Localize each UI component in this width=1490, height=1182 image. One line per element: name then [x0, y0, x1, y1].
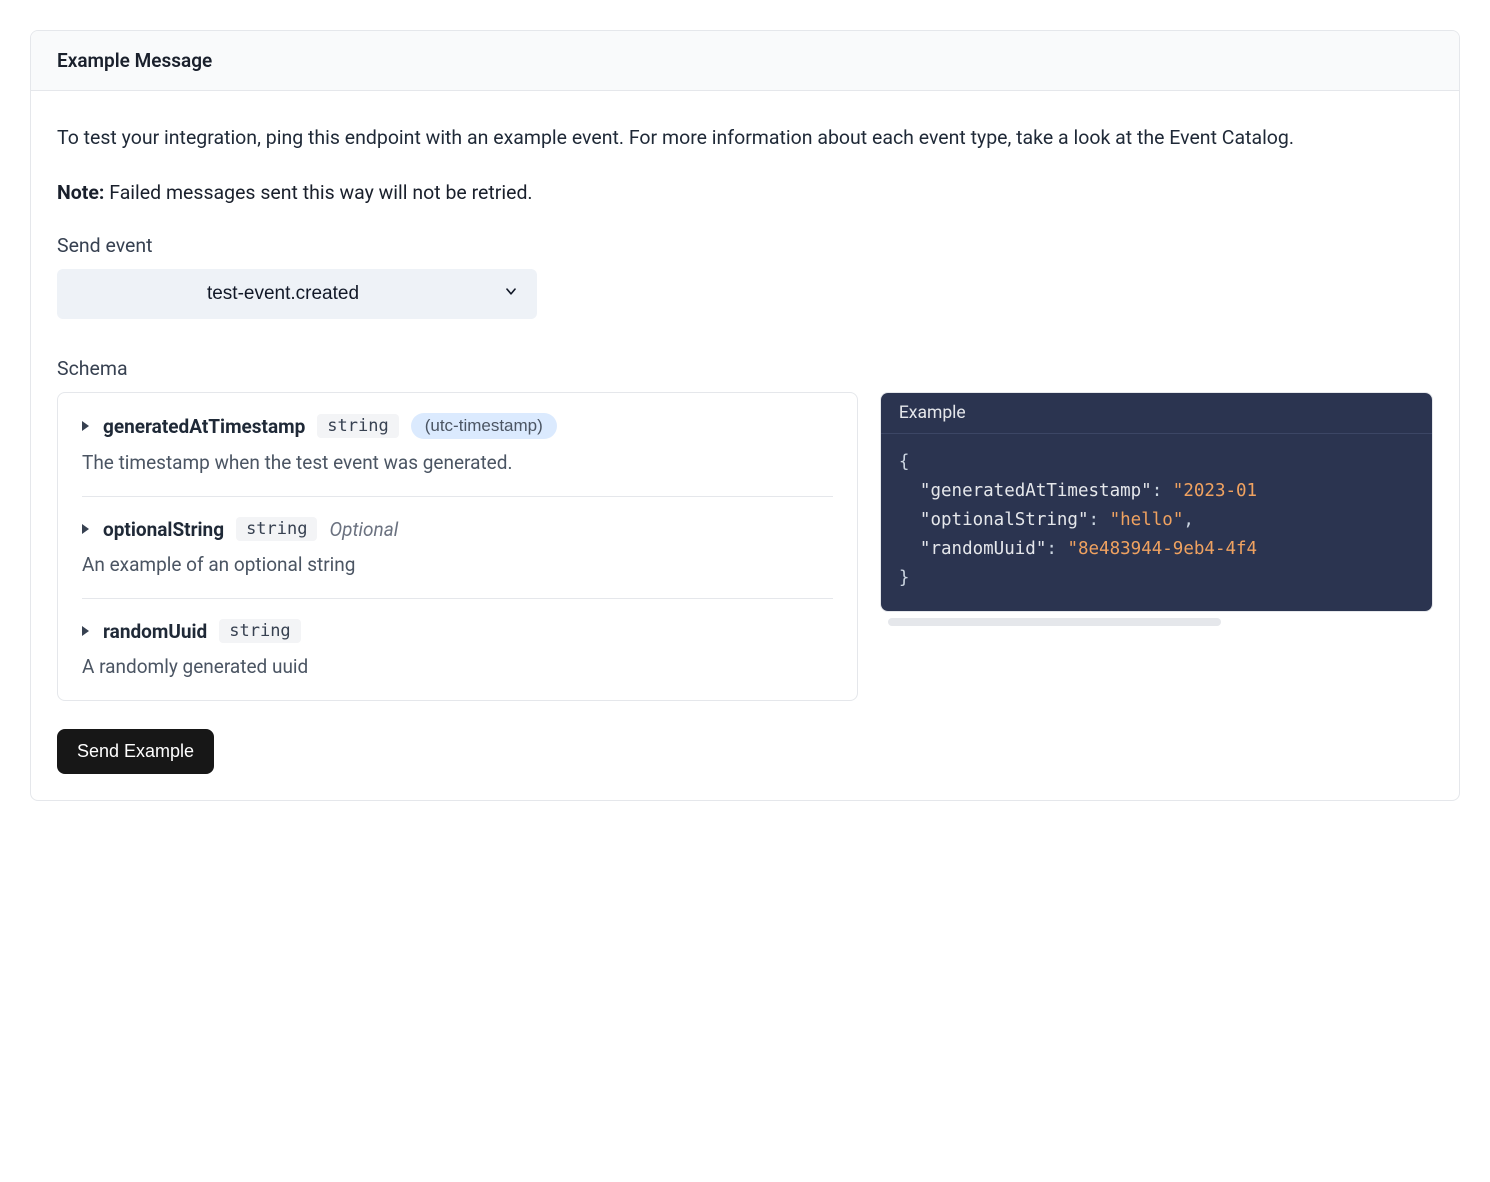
- schema-columns: generatedAtTimestamp string (utc-timesta…: [57, 392, 1433, 701]
- field-name: optionalString: [103, 518, 224, 541]
- code-header: Example: [881, 393, 1432, 434]
- card-title: Example Message: [57, 49, 212, 72]
- type-badge: string: [317, 414, 398, 438]
- json-value: "hello": [1110, 510, 1184, 530]
- schema-field: generatedAtTimestamp string (utc-timesta…: [58, 393, 857, 496]
- optional-tag: Optional: [329, 518, 398, 541]
- note-line: Note: Failed messages sent this way will…: [57, 181, 1433, 204]
- schema-field-header[interactable]: optionalString string Optional: [82, 517, 833, 541]
- field-description: The timestamp when the test event was ge…: [82, 451, 833, 474]
- caret-right-icon: [82, 626, 89, 636]
- field-name: generatedAtTimestamp: [103, 415, 305, 438]
- type-badge: string: [219, 619, 300, 643]
- event-select-wrap: test-event.created: [57, 269, 537, 319]
- schema-field-header[interactable]: generatedAtTimestamp string (utc-timesta…: [82, 413, 833, 439]
- note-label: Note:: [57, 181, 104, 204]
- schema-field: optionalString string Optional An exampl…: [82, 496, 833, 598]
- code-card: Example { "generatedAtTimestamp": "2023-…: [880, 392, 1433, 611]
- field-name: randomUuid: [103, 620, 207, 643]
- field-description: An example of an optional string: [82, 553, 833, 576]
- format-badge: (utc-timestamp): [411, 413, 557, 439]
- schema-section: Schema generatedAtTimestamp string (utc-…: [57, 357, 1433, 701]
- card-header: Example Message: [31, 31, 1459, 91]
- caret-right-icon: [82, 421, 89, 431]
- json-value: "2023-01: [1173, 481, 1257, 501]
- action-row: Send Example: [57, 729, 1433, 774]
- example-message-card: Example Message To test your integration…: [30, 30, 1460, 801]
- type-badge: string: [236, 517, 317, 541]
- schema-field: randomUuid string A randomly generated u…: [82, 598, 833, 700]
- horizontal-scrollbar[interactable]: [888, 618, 1425, 626]
- json-value: "8e483944-9eb4-4f4: [1067, 539, 1257, 559]
- send-event-label: Send event: [57, 234, 1433, 257]
- example-panel: Example { "generatedAtTimestamp": "2023-…: [880, 392, 1433, 625]
- card-body: To test your integration, ping this endp…: [31, 91, 1459, 800]
- field-description: A randomly generated uuid: [82, 655, 833, 678]
- event-type-selected-value: test-event.created: [207, 283, 359, 304]
- schema-label: Schema: [57, 357, 1433, 380]
- schema-fields-panel: generatedAtTimestamp string (utc-timesta…: [57, 392, 858, 701]
- code-body[interactable]: { "generatedAtTimestamp": "2023-01 "opti…: [881, 434, 1432, 610]
- event-type-select[interactable]: test-event.created: [57, 269, 537, 319]
- description-text: To test your integration, ping this endp…: [57, 123, 1433, 153]
- send-example-button[interactable]: Send Example: [57, 729, 214, 774]
- note-text: Failed messages sent this way will not b…: [109, 181, 532, 204]
- schema-field-header[interactable]: randomUuid string: [82, 619, 833, 643]
- scrollbar-thumb[interactable]: [888, 618, 1221, 626]
- caret-right-icon: [82, 524, 89, 534]
